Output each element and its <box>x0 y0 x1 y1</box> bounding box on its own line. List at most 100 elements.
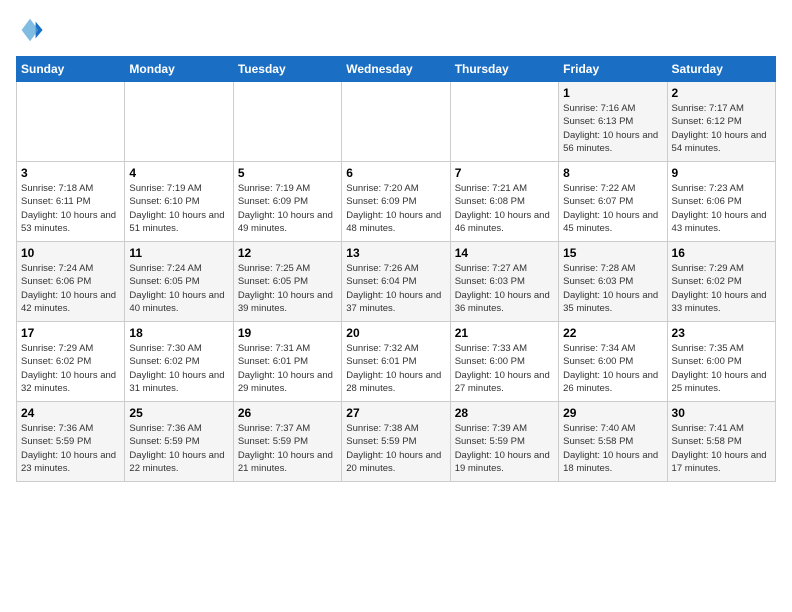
day-number: 27 <box>346 406 445 420</box>
calendar-cell: 30 Sunrise: 7:41 AM Sunset: 5:58 PM Dayli… <box>667 402 775 482</box>
week-row-1: 1 Sunrise: 7:16 AM Sunset: 6:13 PM Daylig… <box>17 82 776 162</box>
calendar-cell: 9 Sunrise: 7:23 AM Sunset: 6:06 PM Daylig… <box>667 162 775 242</box>
day-number: 4 <box>129 166 228 180</box>
week-row-5: 24 Sunrise: 7:36 AM Sunset: 5:59 PM Dayli… <box>17 402 776 482</box>
calendar-cell: 4Sunrise: 7:19 AM Sunset: 6:10 PM Daylig… <box>125 162 233 242</box>
calendar-cell: 2 Sunrise: 7:17 AM Sunset: 6:12 PM Daylig… <box>667 82 775 162</box>
day-info: Sunrise: 7:28 AM Sunset: 6:03 PM Dayligh… <box>563 262 662 315</box>
day-number: 28 <box>455 406 554 420</box>
day-info: Sunrise: 7:24 AM Sunset: 6:06 PM Dayligh… <box>21 262 120 315</box>
day-info: Sunrise: 7:39 AM Sunset: 5:59 PM Dayligh… <box>455 422 554 475</box>
day-number: 29 <box>563 406 662 420</box>
calendar-cell: 16Sunrise: 7:29 AM Sunset: 6:02 PM Dayli… <box>667 242 775 322</box>
day-info: Sunrise: 7:41 AM Sunset: 5:58 PM Dayligh… <box>672 422 771 475</box>
day-number: 20 <box>346 326 445 340</box>
day-info: Sunrise: 7:18 AM Sunset: 6:11 PM Dayligh… <box>21 182 120 235</box>
day-info: Sunrise: 7:24 AM Sunset: 6:05 PM Dayligh… <box>129 262 228 315</box>
day-info: Sunrise: 7:36 AM Sunset: 5:59 PM Dayligh… <box>129 422 228 475</box>
week-row-4: 17 Sunrise: 7:29 AM Sunset: 6:02 PM Dayli… <box>17 322 776 402</box>
day-info: Sunrise: 7:19 AM Sunset: 6:09 PM Dayligh… <box>238 182 337 235</box>
day-info: Sunrise: 7:22 AM Sunset: 6:07 PM Dayligh… <box>563 182 662 235</box>
calendar-cell: 12Sunrise: 7:25 AM Sunset: 6:05 PM Dayli… <box>233 242 341 322</box>
day-info: Sunrise: 7:30 AM Sunset: 6:02 PM Dayligh… <box>129 342 228 395</box>
day-info: Sunrise: 7:29 AM Sunset: 6:02 PM Dayligh… <box>672 262 771 315</box>
calendar-cell: 7 Sunrise: 7:21 AM Sunset: 6:08 PM Daylig… <box>450 162 558 242</box>
day-number: 3 <box>21 166 120 180</box>
day-info: Sunrise: 7:16 AM Sunset: 6:13 PM Dayligh… <box>563 102 662 155</box>
day-number: 30 <box>672 406 771 420</box>
day-number: 15 <box>563 246 662 260</box>
day-info: Sunrise: 7:33 AM Sunset: 6:00 PM Dayligh… <box>455 342 554 395</box>
day-info: Sunrise: 7:29 AM Sunset: 6:02 PM Dayligh… <box>21 342 120 395</box>
calendar-table: SundayMondayTuesdayWednesdayThursdayFrid… <box>16 56 776 482</box>
week-row-3: 10 Sunrise: 7:24 AM Sunset: 6:06 PM Dayli… <box>17 242 776 322</box>
calendar-cell <box>17 82 125 162</box>
calendar-cell: 28 Sunrise: 7:39 AM Sunset: 5:59 PM Dayli… <box>450 402 558 482</box>
calendar-cell: 22Sunrise: 7:34 AM Sunset: 6:00 PM Dayli… <box>559 322 667 402</box>
calendar-cell: 3 Sunrise: 7:18 AM Sunset: 6:11 PM Daylig… <box>17 162 125 242</box>
day-number: 13 <box>346 246 445 260</box>
day-info: Sunrise: 7:32 AM Sunset: 6:01 PM Dayligh… <box>346 342 445 395</box>
calendar-cell: 29 Sunrise: 7:40 AM Sunset: 5:58 PM Dayli… <box>559 402 667 482</box>
calendar-cell: 1 Sunrise: 7:16 AM Sunset: 6:13 PM Daylig… <box>559 82 667 162</box>
day-info: Sunrise: 7:37 AM Sunset: 5:59 PM Dayligh… <box>238 422 337 475</box>
calendar-cell: 14Sunrise: 7:27 AM Sunset: 6:03 PM Dayli… <box>450 242 558 322</box>
day-info: Sunrise: 7:20 AM Sunset: 6:09 PM Dayligh… <box>346 182 445 235</box>
days-header-row: SundayMondayTuesdayWednesdayThursdayFrid… <box>17 57 776 82</box>
calendar-cell: 10 Sunrise: 7:24 AM Sunset: 6:06 PM Dayli… <box>17 242 125 322</box>
day-info: Sunrise: 7:31 AM Sunset: 6:01 PM Dayligh… <box>238 342 337 395</box>
day-number: 10 <box>21 246 120 260</box>
logo-icon <box>16 16 44 44</box>
calendar-cell: 26 Sunrise: 7:37 AM Sunset: 5:59 PM Dayli… <box>233 402 341 482</box>
day-number: 5 <box>238 166 337 180</box>
day-number: 17 <box>21 326 120 340</box>
day-info: Sunrise: 7:40 AM Sunset: 5:58 PM Dayligh… <box>563 422 662 475</box>
calendar-cell: 17 Sunrise: 7:29 AM Sunset: 6:02 PM Dayli… <box>17 322 125 402</box>
day-number: 2 <box>672 86 771 100</box>
day-header-sunday: Sunday <box>17 57 125 82</box>
calendar-cell <box>342 82 450 162</box>
calendar-cell: 25Sunrise: 7:36 AM Sunset: 5:59 PM Dayli… <box>125 402 233 482</box>
day-number: 14 <box>455 246 554 260</box>
day-info: Sunrise: 7:23 AM Sunset: 6:06 PM Dayligh… <box>672 182 771 235</box>
calendar-cell: 11 Sunrise: 7:24 AM Sunset: 6:05 PM Dayli… <box>125 242 233 322</box>
calendar-cell <box>450 82 558 162</box>
day-number: 12 <box>238 246 337 260</box>
day-info: Sunrise: 7:17 AM Sunset: 6:12 PM Dayligh… <box>672 102 771 155</box>
day-number: 24 <box>21 406 120 420</box>
day-info: Sunrise: 7:21 AM Sunset: 6:08 PM Dayligh… <box>455 182 554 235</box>
calendar-cell: 27 Sunrise: 7:38 AM Sunset: 5:59 PM Dayli… <box>342 402 450 482</box>
day-number: 18 <box>129 326 228 340</box>
calendar-cell: 21 Sunrise: 7:33 AM Sunset: 6:00 PM Dayli… <box>450 322 558 402</box>
calendar-cell <box>233 82 341 162</box>
day-info: Sunrise: 7:26 AM Sunset: 6:04 PM Dayligh… <box>346 262 445 315</box>
day-number: 23 <box>672 326 771 340</box>
page-header <box>16 16 776 44</box>
day-header-friday: Friday <box>559 57 667 82</box>
day-number: 19 <box>238 326 337 340</box>
calendar-cell: 19 Sunrise: 7:31 AM Sunset: 6:01 PM Dayli… <box>233 322 341 402</box>
day-number: 26 <box>238 406 337 420</box>
day-number: 7 <box>455 166 554 180</box>
calendar-cell: 6 Sunrise: 7:20 AM Sunset: 6:09 PM Daylig… <box>342 162 450 242</box>
calendar-cell: 23 Sunrise: 7:35 AM Sunset: 6:00 PM Dayli… <box>667 322 775 402</box>
day-number: 11 <box>129 246 228 260</box>
week-row-2: 3 Sunrise: 7:18 AM Sunset: 6:11 PM Daylig… <box>17 162 776 242</box>
day-number: 21 <box>455 326 554 340</box>
day-info: Sunrise: 7:38 AM Sunset: 5:59 PM Dayligh… <box>346 422 445 475</box>
day-header-tuesday: Tuesday <box>233 57 341 82</box>
day-number: 9 <box>672 166 771 180</box>
day-number: 1 <box>563 86 662 100</box>
calendar-cell: 20 Sunrise: 7:32 AM Sunset: 6:01 PM Dayli… <box>342 322 450 402</box>
calendar-cell: 15 Sunrise: 7:28 AM Sunset: 6:03 PM Dayli… <box>559 242 667 322</box>
calendar-cell: 5 Sunrise: 7:19 AM Sunset: 6:09 PM Daylig… <box>233 162 341 242</box>
calendar-cell: 24 Sunrise: 7:36 AM Sunset: 5:59 PM Dayli… <box>17 402 125 482</box>
day-number: 8 <box>563 166 662 180</box>
day-info: Sunrise: 7:35 AM Sunset: 6:00 PM Dayligh… <box>672 342 771 395</box>
day-number: 6 <box>346 166 445 180</box>
day-header-monday: Monday <box>125 57 233 82</box>
day-info: Sunrise: 7:34 AM Sunset: 6:00 PM Dayligh… <box>563 342 662 395</box>
calendar-cell: 13 Sunrise: 7:26 AM Sunset: 6:04 PM Dayli… <box>342 242 450 322</box>
day-info: Sunrise: 7:36 AM Sunset: 5:59 PM Dayligh… <box>21 422 120 475</box>
day-header-wednesday: Wednesday <box>342 57 450 82</box>
